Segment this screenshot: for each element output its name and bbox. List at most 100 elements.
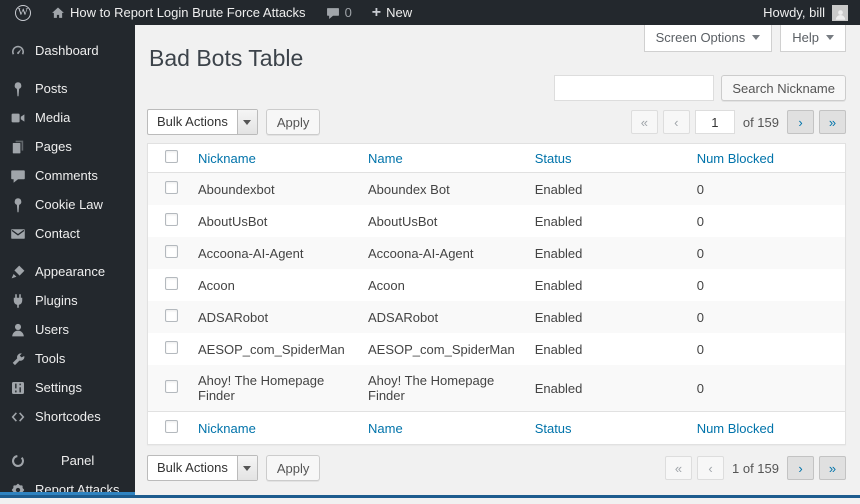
select-all-checkbox[interactable] xyxy=(165,150,178,163)
cell-nickname: AboutUsBot xyxy=(188,205,358,237)
prev-page-button: ‹ xyxy=(697,456,724,480)
next-page-button[interactable]: › xyxy=(787,456,814,480)
row-checkbox[interactable] xyxy=(165,380,178,393)
search-input[interactable] xyxy=(554,75,714,101)
cell-num-blocked: 0 xyxy=(687,237,846,269)
swirl-ring-icon xyxy=(9,453,26,469)
table-row: Ahoy! The Homepage Finder Ahoy! The Home… xyxy=(148,365,846,412)
sidebar-item-tools[interactable]: Tools xyxy=(0,344,135,373)
cell-name: AboutUsBot xyxy=(358,205,525,237)
sidebar-item-report-attacks[interactable]: Report Attacks xyxy=(0,475,135,504)
cell-status: Enabled xyxy=(525,237,687,269)
select-all-checkbox[interactable] xyxy=(165,420,178,433)
row-checkbox[interactable] xyxy=(165,245,178,258)
search-nickname-button[interactable]: Search Nickname xyxy=(721,75,846,101)
current-page-input[interactable] xyxy=(695,110,735,134)
sidebar-item-plugins[interactable]: Plugins xyxy=(0,286,135,315)
new-content-button[interactable]: + New xyxy=(365,0,419,25)
cell-num-blocked: 0 xyxy=(687,269,846,301)
cell-nickname: Acoon xyxy=(188,269,358,301)
row-checkbox[interactable] xyxy=(165,181,178,194)
wordpress-logo-icon: W xyxy=(15,5,31,21)
envelope-icon xyxy=(9,226,26,242)
sidebar-item-posts[interactable]: Posts xyxy=(0,74,135,103)
row-checkbox[interactable] xyxy=(165,213,178,226)
sidebar-item-panel[interactable]: Panel xyxy=(0,446,135,475)
select-arrow-icon xyxy=(237,456,257,480)
settings-sliders-icon xyxy=(9,380,26,396)
angle-brackets-icon xyxy=(9,409,26,425)
cell-status: Enabled xyxy=(525,173,687,206)
column-footer-name[interactable]: Name xyxy=(358,412,525,445)
help-tab[interactable]: Help xyxy=(780,25,846,52)
plus-icon: + xyxy=(372,6,381,20)
sidebar-item-settings[interactable]: Settings xyxy=(0,373,135,402)
row-checkbox[interactable] xyxy=(165,309,178,322)
admin-sidebar: Dashboard Posts Media Pages Comments xyxy=(0,25,135,498)
screen-options-tab[interactable]: Screen Options xyxy=(644,25,773,52)
cell-num-blocked: 0 xyxy=(687,301,846,333)
main-content: Screen Options Help Bad Bots Table Searc… xyxy=(135,25,860,498)
howdy-account-link[interactable]: Howdy, bill xyxy=(763,5,825,20)
cell-name: AESOP_com_SpiderMan xyxy=(358,333,525,365)
bad-bots-table: Nickname Name Status Num Blocked Abounde… xyxy=(147,143,846,445)
site-link[interactable]: How to Report Login Brute Force Attacks xyxy=(44,0,313,25)
cell-num-blocked: 0 xyxy=(687,205,846,237)
sidebar-item-cookie-law[interactable]: Cookie Law xyxy=(0,190,135,219)
table-row: Acoon Acoon Enabled 0 xyxy=(148,269,846,301)
first-page-button: « xyxy=(665,456,692,480)
site-title: How to Report Login Brute Force Attacks xyxy=(70,5,306,20)
column-footer-nickname[interactable]: Nickname xyxy=(188,412,358,445)
cell-status: Enabled xyxy=(525,301,687,333)
cell-status: Enabled xyxy=(525,269,687,301)
row-checkbox[interactable] xyxy=(165,277,178,290)
comments-shortcut[interactable]: 0 xyxy=(319,0,359,25)
chevron-down-icon xyxy=(826,35,834,44)
user-avatar[interactable] xyxy=(832,5,848,21)
wordpress-menu-button[interactable]: W xyxy=(8,0,38,25)
cell-num-blocked: 0 xyxy=(687,365,846,412)
sidebar-item-contact[interactable]: Contact xyxy=(0,219,135,248)
pagination-top: « ‹ of 159 › » xyxy=(631,110,846,134)
comment-bubble-icon xyxy=(9,168,26,184)
bulk-actions-select[interactable]: Bulk Actions xyxy=(147,109,258,135)
cell-name: Ahoy! The Homepage Finder xyxy=(358,365,525,412)
media-camera-icon xyxy=(9,110,26,126)
row-checkbox[interactable] xyxy=(165,341,178,354)
new-label: New xyxy=(386,5,412,20)
sidebar-item-comments[interactable]: Comments xyxy=(0,161,135,190)
table-row: AESOP_com_SpiderMan AESOP_com_SpiderMan … xyxy=(148,333,846,365)
cell-nickname: AESOP_com_SpiderMan xyxy=(188,333,358,365)
column-header-status[interactable]: Status xyxy=(525,144,687,173)
cell-name: Aboundex Bot xyxy=(358,173,525,206)
comment-bubble-icon xyxy=(326,6,340,20)
next-page-button[interactable]: › xyxy=(787,110,814,134)
user-icon xyxy=(9,322,26,338)
column-footer-status[interactable]: Status xyxy=(525,412,687,445)
bulk-actions-select-bottom[interactable]: Bulk Actions xyxy=(147,455,258,481)
column-header-num-blocked[interactable]: Num Blocked xyxy=(687,144,846,173)
table-header-row: Nickname Name Status Num Blocked xyxy=(148,144,846,173)
sidebar-item-dashboard[interactable]: Dashboard xyxy=(0,36,135,65)
apply-button-bottom[interactable]: Apply xyxy=(266,455,321,481)
apply-button[interactable]: Apply xyxy=(266,109,321,135)
sidebar-item-users[interactable]: Users xyxy=(0,315,135,344)
table-footer-header-row: Nickname Name Status Num Blocked xyxy=(148,412,846,445)
pushpin-icon xyxy=(9,81,26,97)
sidebar-item-pages[interactable]: Pages xyxy=(0,132,135,161)
last-page-button[interactable]: » xyxy=(819,456,846,480)
column-header-name[interactable]: Name xyxy=(358,144,525,173)
cell-name: Accoona-AI-Agent xyxy=(358,237,525,269)
column-header-nickname[interactable]: Nickname xyxy=(188,144,358,173)
table-row: Aboundexbot Aboundex Bot Enabled 0 xyxy=(148,173,846,206)
comment-count: 0 xyxy=(345,5,352,20)
last-page-button[interactable]: » xyxy=(819,110,846,134)
sidebar-item-appearance[interactable]: Appearance xyxy=(0,257,135,286)
home-icon xyxy=(51,6,65,20)
cell-num-blocked: 0 xyxy=(687,333,846,365)
sidebar-item-media[interactable]: Media xyxy=(0,103,135,132)
cell-name: ADSARobot xyxy=(358,301,525,333)
sidebar-item-shortcodes[interactable]: Shortcodes xyxy=(0,402,135,431)
column-footer-num-blocked[interactable]: Num Blocked xyxy=(687,412,846,445)
total-pages-label: of 159 xyxy=(740,115,782,130)
